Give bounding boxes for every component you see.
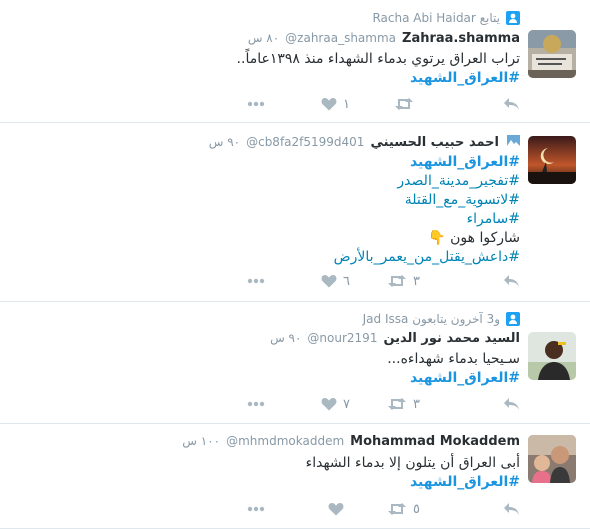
tweet-actions: ٣ ٧ <box>240 394 520 414</box>
tweet-header: Zahraa.shamma @zahraa_shamma ٨٠ س <box>248 31 520 46</box>
mountain-icon <box>507 135 520 146</box>
retweet-count: ٥ <box>413 501 420 517</box>
display-name[interactable]: Mohammad Mokaddem <box>350 434 520 449</box>
heart-icon <box>321 274 337 288</box>
retweet-button[interactable] <box>394 94 420 114</box>
tweet-text: #العراق_الشهيد #تفجير_مدينة_الصدر #لاتسو… <box>80 153 520 267</box>
reply-icon <box>503 274 520 288</box>
avatar[interactable] <box>528 30 576 78</box>
hashtag-link[interactable]: #لاتسوية_مع_القتلة <box>80 191 520 210</box>
reply-icon <box>503 97 520 111</box>
hashtag-link[interactable]: #العراق_الشهيد <box>80 153 520 172</box>
tweet-actions: ١ <box>240 94 520 114</box>
timestamp[interactable]: ٩٠ س <box>209 135 240 149</box>
retweet-icon <box>394 97 414 111</box>
context-text: Jad Issa و3 آخرون يتابعون <box>362 312 500 326</box>
retweet-icon <box>387 502 407 516</box>
reply-icon <box>503 397 520 411</box>
more-dots-icon <box>247 506 265 512</box>
context-text: Racha Abi Haidar يتابع <box>372 11 500 25</box>
retweet-count: ٣ <box>413 273 420 289</box>
reply-icon <box>503 502 520 516</box>
more-dots-icon <box>247 401 265 407</box>
like-button[interactable]: ١ <box>321 94 350 114</box>
avatar[interactable] <box>528 136 576 184</box>
more-button[interactable] <box>247 271 265 291</box>
tweet-actions: ٥ <box>240 499 520 519</box>
user-handle[interactable]: @zahraa_shamma <box>285 31 396 45</box>
hashtag-link[interactable]: #العراق_الشهيد <box>80 369 520 388</box>
retweet-button[interactable]: ٣ <box>387 271 420 291</box>
tweet-actions: ٣ ٦ <box>240 271 520 291</box>
reply-button[interactable] <box>503 271 520 291</box>
user-handle[interactable]: @cb8fa2f5199d401 <box>246 135 364 149</box>
tweet-header: السيد محمد نور الدين @nour2191 ٩٠ س <box>270 331 520 346</box>
display-name[interactable]: Zahraa.shamma <box>402 31 520 46</box>
tweet[interactable]: احمد حبيب الحسيني @cb8fa2f5199d401 ٩٠ س … <box>0 123 590 302</box>
reply-button[interactable] <box>503 499 520 519</box>
more-dots-icon <box>247 101 265 107</box>
more-dots-icon <box>247 278 265 284</box>
like-count: ٧ <box>343 396 350 412</box>
like-count: ٦ <box>343 273 350 289</box>
retweet-icon <box>387 397 407 411</box>
retweet-button[interactable]: ٥ <box>387 499 420 519</box>
tweet[interactable]: Racha Abi Haidar يتابع Zahraa.shamma @za… <box>0 0 590 123</box>
person-follow-icon <box>506 312 520 326</box>
retweet-count: ٣ <box>413 396 420 412</box>
tweet[interactable]: Mohammad Mokaddem @mhmdmokaddem ١٠٠ س أب… <box>0 424 590 529</box>
avatar[interactable] <box>528 332 576 380</box>
reply-button[interactable] <box>503 94 520 114</box>
tweet-header: Mohammad Mokaddem @mhmdmokaddem ١٠٠ س <box>182 434 520 449</box>
hashtag-link[interactable]: #العراق_الشهيد <box>80 473 520 492</box>
tweet-text: أبى العراق أن يتلون إلا بدماء الشهداء #ا… <box>80 454 520 492</box>
user-handle[interactable]: @mhmdmokaddem <box>226 434 344 448</box>
retweet-button[interactable]: ٣ <box>387 394 420 414</box>
tweet-context: Racha Abi Haidar يتابع <box>372 10 520 26</box>
like-count: ١ <box>343 96 350 112</box>
tweet[interactable]: Jad Issa و3 آخرون يتابعون السيد محمد نور… <box>0 302 590 424</box>
timestamp[interactable]: ١٠٠ س <box>182 434 220 448</box>
retweet-icon <box>387 274 407 288</box>
tweet-header: احمد حبيب الحسيني @cb8fa2f5199d401 ٩٠ س <box>209 135 520 150</box>
hashtag-link[interactable]: #تفجير_مدينة_الصدر <box>80 172 520 191</box>
display-name[interactable]: احمد حبيب الحسيني <box>370 135 499 150</box>
text-line: أبى العراق أن يتلون إلا بدماء الشهداء <box>305 455 520 471</box>
more-button[interactable] <box>247 94 265 114</box>
hashtag-link[interactable]: #داعش_يقتل_من_يعمر_بالأرض <box>80 248 520 267</box>
avatar[interactable] <box>528 435 576 483</box>
more-button[interactable] <box>247 394 265 414</box>
text-line: سـيحيا بدماء شهداءه... <box>387 351 520 367</box>
timeline: Racha Abi Haidar يتابع Zahraa.shamma @za… <box>0 0 590 529</box>
hashtag-link[interactable]: #سامراء <box>80 210 520 229</box>
person-follow-icon <box>506 11 520 25</box>
heart-icon <box>321 397 337 411</box>
tweet-text: تراب العراق يرتوي بدماء الشهداء منذ ١٣٩٨… <box>80 50 520 88</box>
user-handle[interactable]: @nour2191 <box>307 331 377 345</box>
text-line: تراب العراق يرتوي بدماء الشهداء منذ ١٣٩٨… <box>236 51 520 67</box>
like-button[interactable] <box>328 499 350 519</box>
reply-button[interactable] <box>503 394 520 414</box>
heart-icon <box>321 97 337 111</box>
more-button[interactable] <box>247 499 265 519</box>
text-line: شاركوا هون 👇 <box>428 230 520 246</box>
heart-icon <box>328 502 344 516</box>
tweet-context: Jad Issa و3 آخرون يتابعون <box>363 311 520 327</box>
hashtag-link[interactable]: #العراق_الشهيد <box>80 69 520 88</box>
tweet-text: سـيحيا بدماء شهداءه... #العراق_الشهيد <box>80 350 520 388</box>
display-name[interactable]: السيد محمد نور الدين <box>383 331 520 346</box>
like-button[interactable]: ٦ <box>321 271 350 291</box>
timestamp[interactable]: ٩٠ س <box>270 331 301 345</box>
like-button[interactable]: ٧ <box>321 394 350 414</box>
timestamp[interactable]: ٨٠ س <box>248 31 279 45</box>
